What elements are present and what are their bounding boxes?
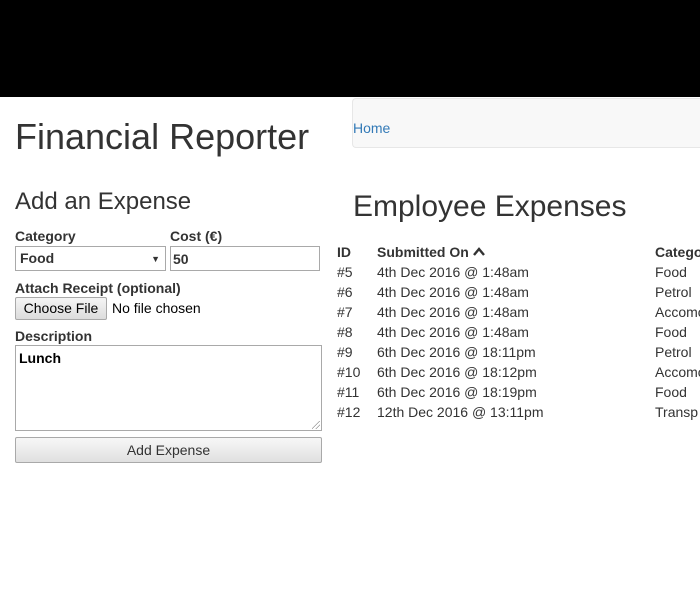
cell-id: #10 <box>337 364 361 380</box>
cell-category: Transp <box>655 404 699 420</box>
header-category[interactable]: Catego <box>655 244 700 260</box>
cell-category: Petrol <box>655 284 692 300</box>
header-submitted-on[interactable]: Submitted On <box>377 244 485 260</box>
cell-submitted-on: 6th Dec 2016 @ 18:12pm <box>377 364 537 380</box>
cell-submitted-on: 12th Dec 2016 @ 13:11pm <box>377 404 544 420</box>
app-title: Financial Reporter <box>15 116 310 157</box>
table-row: #11 6th Dec 2016 @ 18:19pm Food <box>0 384 700 404</box>
cell-submitted-on: 4th Dec 2016 @ 1:48am <box>377 324 529 340</box>
cell-id: #12 <box>337 404 361 420</box>
cell-category: Food <box>655 324 687 340</box>
navbar: Home <box>352 98 700 148</box>
cell-submitted-on: 4th Dec 2016 @ 1:48am <box>377 264 529 280</box>
cell-category: Food <box>655 264 687 280</box>
table-row: #8 4th Dec 2016 @ 1:48am Food <box>0 324 700 344</box>
chevron-up-icon <box>472 247 485 257</box>
cell-id: #9 <box>337 344 353 360</box>
table-row: #7 4th Dec 2016 @ 1:48am Accomo <box>0 304 700 324</box>
table-row: #6 4th Dec 2016 @ 1:48am Petrol <box>0 284 700 304</box>
cell-submitted-on: 4th Dec 2016 @ 1:48am <box>377 304 529 320</box>
table-title: Employee Expenses <box>353 190 627 223</box>
cell-id: #6 <box>337 284 353 300</box>
category-label: Category <box>15 228 76 244</box>
table-row: #12 12th Dec 2016 @ 13:11pm Transp <box>0 404 700 424</box>
cost-label: Cost (€) <box>170 228 223 244</box>
cell-id: #7 <box>337 304 353 320</box>
table-row: #5 4th Dec 2016 @ 1:48am Food <box>0 264 700 284</box>
nav-home-link[interactable]: Home <box>353 120 390 136</box>
cell-submitted-on: 6th Dec 2016 @ 18:11pm <box>377 344 536 360</box>
header-submitted-on-label: Submitted On <box>377 244 469 260</box>
add-expense-button[interactable]: Add Expense <box>15 437 322 463</box>
table-row: #9 6th Dec 2016 @ 18:11pm Petrol <box>0 344 700 364</box>
cell-category: Accomo <box>655 304 700 320</box>
header-id[interactable]: ID <box>337 244 351 260</box>
cell-id: #11 <box>337 384 360 400</box>
cell-category: Petrol <box>655 344 692 360</box>
table-row: #10 6th Dec 2016 @ 18:12pm Accomo <box>0 364 700 384</box>
cell-category: Food <box>655 384 687 400</box>
cell-submitted-on: 4th Dec 2016 @ 1:48am <box>377 284 529 300</box>
cell-id: #5 <box>337 264 353 280</box>
cell-submitted-on: 6th Dec 2016 @ 18:19pm <box>377 384 537 400</box>
caret-down-icon: ▼ <box>151 254 160 264</box>
top-black-bar <box>0 0 700 97</box>
form-title: Add an Expense <box>15 188 192 215</box>
cell-id: #8 <box>337 324 353 340</box>
cell-category: Accomo <box>655 364 700 380</box>
